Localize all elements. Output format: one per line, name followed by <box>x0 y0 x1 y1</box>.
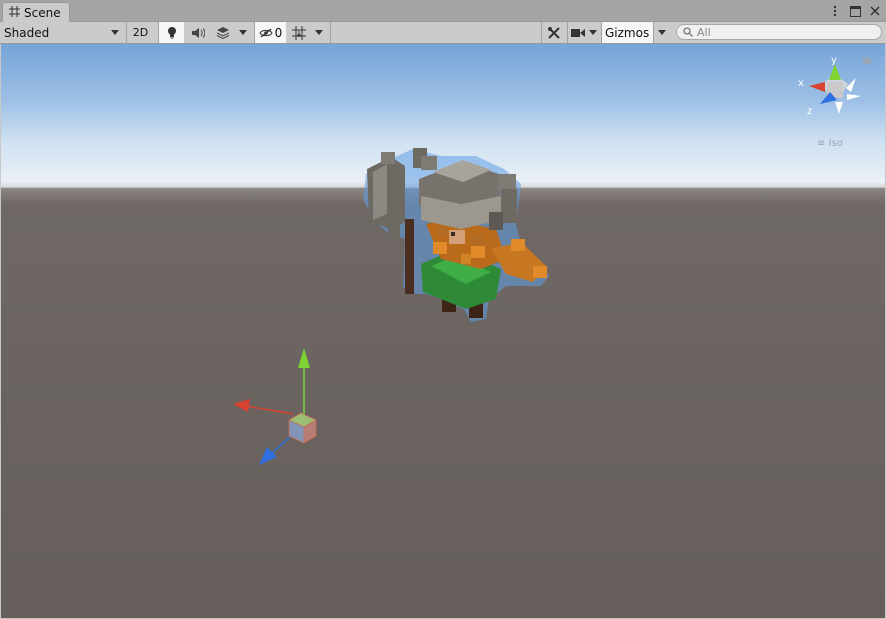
hidden-count: 0 <box>274 25 283 40</box>
more-options-icon[interactable] <box>828 4 842 18</box>
move-gizmo[interactable] <box>233 348 317 465</box>
gizmo-y-cone <box>829 64 841 80</box>
eye-hidden-icon <box>259 27 273 38</box>
camera-dropdown[interactable] <box>587 22 599 43</box>
lock-icon <box>863 58 871 64</box>
x-axis-handle <box>233 399 250 412</box>
scene-tab[interactable]: Scene <box>2 2 70 22</box>
speaker-icon <box>192 27 205 38</box>
gizmos-label: Gizmos <box>605 25 650 40</box>
grid-dropdown[interactable] <box>311 22 327 43</box>
gizmos-dropdown[interactable] <box>653 22 669 43</box>
chevron-down-icon <box>239 30 247 35</box>
lightbulb-icon <box>167 27 176 39</box>
grid-icon <box>292 25 306 40</box>
gizmo-y-label: y <box>831 55 837 66</box>
search-icon <box>683 27 693 37</box>
gizmo-x-cone <box>809 82 825 92</box>
audio-toggle[interactable] <box>185 22 211 43</box>
tools-button[interactable] <box>541 22 566 43</box>
effects-dropdown[interactable] <box>235 22 251 43</box>
search-field[interactable] <box>676 24 882 40</box>
effects-toggle[interactable] <box>211 22 235 43</box>
tab-label: Scene <box>24 5 61 20</box>
gizmo-x-label: x <box>798 78 804 89</box>
projection-label: Iso <box>828 138 843 149</box>
chevron-down-icon <box>111 30 119 35</box>
lighting-toggle[interactable] <box>158 22 184 43</box>
y-axis-handle <box>298 348 310 368</box>
mode-2d-button[interactable]: 2D <box>126 22 154 43</box>
toolbar-divider <box>330 22 331 43</box>
mode-2d-label: 2D <box>132 26 149 39</box>
tools-icon <box>548 26 560 39</box>
close-icon[interactable] <box>868 4 882 18</box>
scene-content: y x z <box>233 55 871 465</box>
voxel-character[interactable] <box>363 148 549 322</box>
layers-icon <box>216 27 230 39</box>
hidden-objects-toggle[interactable]: 0 <box>254 22 286 43</box>
chevron-down-icon <box>657 30 666 35</box>
z-axis-handle <box>259 447 277 465</box>
chevron-down-icon <box>589 30 597 35</box>
maximize-icon[interactable] <box>848 4 862 18</box>
draw-mode-dropdown[interactable]: Shaded <box>0 22 123 43</box>
scene-viewport[interactable]: y x z ≡ Iso <box>1 44 885 618</box>
draw-mode-value: Shaded <box>4 25 50 40</box>
orientation-gizmo[interactable]: y x z <box>798 55 871 117</box>
gizmo-z-label: z <box>807 106 812 117</box>
tab-bar: Scene <box>0 0 886 22</box>
grid-toggle[interactable] <box>287 22 311 43</box>
chevron-down-icon <box>315 30 323 35</box>
search-input[interactable] <box>697 25 867 39</box>
camera-icon <box>570 28 585 37</box>
gizmos-button[interactable]: Gizmos <box>601 22 653 43</box>
projection-toggle[interactable]: ≡ Iso <box>817 138 843 149</box>
window-controls <box>828 3 882 19</box>
menu-icon: ≡ <box>817 138 826 149</box>
grid-icon <box>9 5 20 20</box>
camera-settings-button[interactable] <box>567 22 587 43</box>
